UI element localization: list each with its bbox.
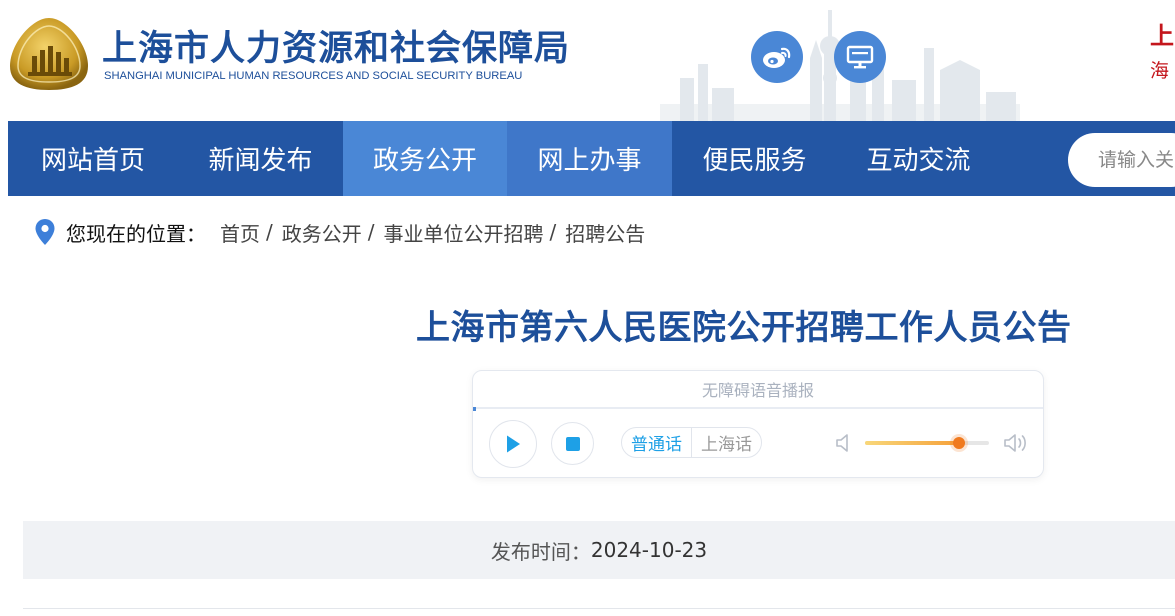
language-mandarin[interactable]: 普通话 [622, 428, 691, 457]
volume-slider-fill [865, 441, 960, 445]
content-divider [23, 608, 1175, 609]
breadcrumb-government-affairs[interactable]: 政务公开 [282, 218, 362, 247]
bureau-logo-icon[interactable] [8, 16, 90, 92]
weibo-button[interactable] [751, 31, 803, 83]
play-icon [507, 435, 520, 453]
nav-item-online-services[interactable]: 网上办事 [507, 121, 672, 196]
player-title: 无障碍语音播报 [473, 371, 1043, 409]
voice-player: 无障碍语音播报 普通话 上海话 [472, 370, 1044, 478]
publish-time-label: 发布时间： [490, 539, 591, 564]
article-title: 上海市第六人民医院公开招聘工作人员公告 [416, 308, 1072, 348]
volume-slider-knob[interactable] [953, 437, 966, 449]
breadcrumb-label: 您现在的位置： [66, 221, 206, 246]
breadcrumb-separator: / [367, 220, 375, 244]
publish-date: 2024-10-23 [590, 538, 708, 562]
main-nav: 网站首页 新闻发布 政务公开 网上办事 便民服务 互动交流 [8, 121, 1175, 196]
playback-progress-bar[interactable] [473, 407, 476, 411]
nav-item-government-affairs[interactable]: 政务公开 [343, 121, 507, 196]
breadcrumb: 您现在的位置： 首页 / 政务公开 / 事业单位公开招聘 / 招聘公告 [34, 216, 645, 248]
nav-item-news[interactable]: 新闻发布 [178, 121, 343, 196]
language-shanghainese[interactable]: 上海话 [691, 428, 761, 457]
weibo-icon [763, 47, 791, 68]
breadcrumb-separator: / [266, 220, 273, 244]
desktop-version-button[interactable] [834, 31, 886, 83]
language-selector: 普通话 上海话 [621, 427, 762, 458]
desktop-icon [846, 45, 874, 69]
header-right-text-top: 上 [1150, 22, 1174, 50]
site-title[interactable]: 上海市人力资源和社会保障局 [102, 20, 570, 71]
search-box[interactable] [1068, 133, 1175, 187]
nav-item-public-services[interactable]: 便民服务 [672, 121, 837, 196]
breadcrumb-public-recruitment[interactable]: 事业单位公开招聘 [384, 218, 544, 247]
breadcrumb-separator: / [549, 220, 557, 244]
header-right-text-bottom: 海 [1150, 60, 1170, 82]
search-input[interactable] [1098, 149, 1175, 171]
stop-button[interactable] [551, 422, 594, 465]
volume-high-icon[interactable] [1003, 432, 1029, 454]
stop-icon [565, 436, 580, 451]
site-header: 上海市人力资源和社会保障局 SHANGHAI MUNICIPAL HUMAN R… [0, 0, 1175, 121]
volume-low-icon[interactable] [835, 432, 853, 454]
breadcrumb-recruitment-notice[interactable]: 招聘公告 [565, 218, 645, 247]
nav-item-home[interactable]: 网站首页 [8, 121, 178, 196]
breadcrumb-home[interactable]: 首页 [220, 218, 260, 247]
location-pin-icon [35, 219, 55, 245]
site-subtitle: SHANGHAI MUNICIPAL HUMAN RESOURCES AND S… [104, 70, 523, 82]
article-meta-bar: 发布时间： 2024-10-23 [23, 521, 1175, 579]
play-button[interactable] [489, 420, 537, 468]
nav-item-interaction[interactable]: 互动交流 [837, 121, 1000, 196]
volume-slider[interactable] [865, 437, 989, 449]
